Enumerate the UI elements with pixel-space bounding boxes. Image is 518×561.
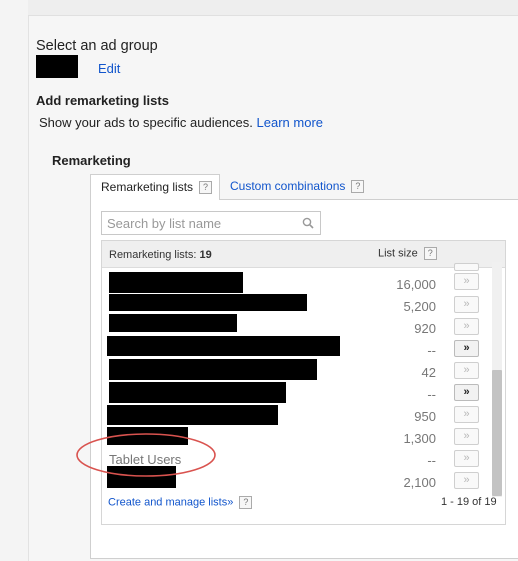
learn-more-link[interactable]: Learn more xyxy=(257,115,323,130)
list-size-value: 42 xyxy=(421,365,436,380)
redacted-ad-group-name xyxy=(36,55,78,78)
subtitle-text: Show your ads to specific audiences. Lea… xyxy=(39,115,323,130)
annotation-circle xyxy=(76,433,216,477)
search-icon[interactable] xyxy=(302,217,314,229)
redacted-list-name xyxy=(109,382,286,403)
add-button[interactable]: » xyxy=(454,273,479,290)
pagination-text: 1 - 19 of 19 xyxy=(441,496,497,508)
create-manage-lists-link[interactable]: Create and manage lists» xyxy=(108,496,233,508)
list-size-value: 950 xyxy=(414,409,436,424)
add-button[interactable]: » xyxy=(454,428,479,445)
redacted-list-name xyxy=(109,314,237,332)
list-count: 19 xyxy=(199,249,212,261)
help-icon[interactable]: ? xyxy=(199,181,213,195)
search-input[interactable]: Search by list name xyxy=(101,211,321,235)
footer-manage: Create and manage lists»? xyxy=(108,496,253,509)
list-scrollbar-thumb[interactable] xyxy=(492,370,502,496)
add-button[interactable]: » xyxy=(454,406,479,423)
add-button[interactable] xyxy=(454,263,479,271)
remarketing-section-title: Remarketing xyxy=(52,153,131,168)
redacted-list-name xyxy=(107,405,278,425)
redacted-list-name xyxy=(109,294,307,311)
list-size-value: -- xyxy=(427,343,436,358)
redacted-list-name xyxy=(107,336,340,356)
list-size-value: 5,200 xyxy=(403,299,436,314)
add-button[interactable]: » xyxy=(454,384,479,401)
list-header: Remarketing lists: 19 List size? xyxy=(102,241,505,268)
list-size-label: List size xyxy=(378,247,418,260)
help-icon[interactable]: ? xyxy=(423,247,437,260)
add-button[interactable]: » xyxy=(454,450,479,467)
add-button[interactable]: » xyxy=(454,318,479,335)
tab-label: Remarketing lists xyxy=(101,180,194,194)
list-size-header: List size? xyxy=(378,247,437,260)
top-bar xyxy=(28,0,518,16)
list-count-text: Remarketing lists: xyxy=(109,249,197,261)
help-icon[interactable]: ? xyxy=(239,496,253,509)
tab-label: Custom combinations xyxy=(230,179,346,193)
add-button[interactable]: » xyxy=(454,340,479,357)
list-size-value: 1,300 xyxy=(403,431,436,446)
tab-remarketing-lists[interactable]: Remarketing lists? xyxy=(90,174,220,200)
tab-custom-combinations[interactable]: Custom combinations? xyxy=(222,176,365,198)
add-lists-heading: Add remarketing lists xyxy=(36,93,169,108)
redacted-list-name xyxy=(109,272,243,293)
list-count-label: Remarketing lists: 19 xyxy=(109,249,212,261)
list-size-value: -- xyxy=(427,387,436,402)
list-size-value: 16,000 xyxy=(396,277,436,292)
help-icon[interactable]: ? xyxy=(351,180,365,194)
edit-link[interactable]: Edit xyxy=(98,61,120,76)
select-ad-group-title: Select an ad group xyxy=(36,38,158,54)
list-size-value: 920 xyxy=(414,321,436,336)
list-size-value: -- xyxy=(427,453,436,468)
redacted-list-name xyxy=(109,359,317,380)
add-button[interactable]: » xyxy=(454,472,479,489)
add-button[interactable]: » xyxy=(454,296,479,313)
list-size-value: 2,100 xyxy=(403,475,436,490)
search-placeholder: Search by list name xyxy=(107,216,222,231)
subtitle: Show your ads to specific audiences. xyxy=(39,115,253,130)
add-button[interactable]: » xyxy=(454,362,479,379)
